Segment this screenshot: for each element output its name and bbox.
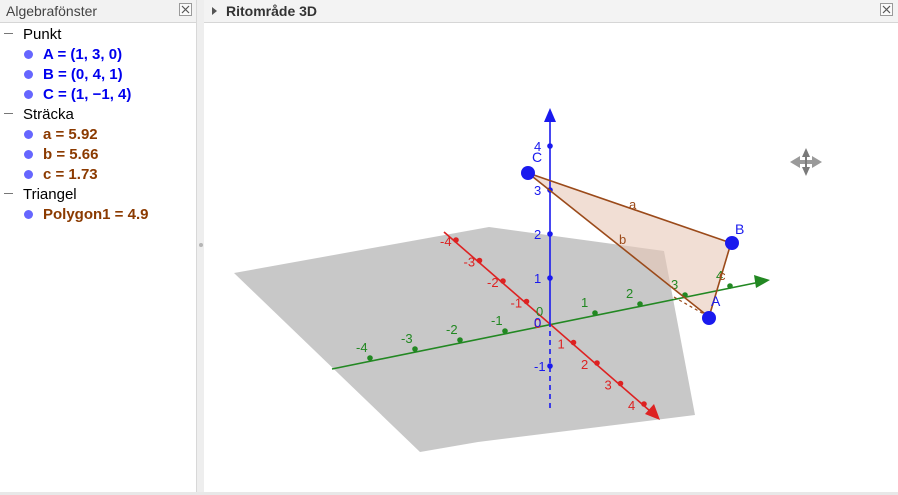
group-punkt[interactable]: Punkt — [0, 24, 196, 44]
algebra-titlebar: Algebrafönster — [0, 0, 196, 23]
x-axis-tick — [500, 278, 506, 284]
collapse-icon[interactable] — [4, 193, 13, 194]
group-label: Punkt — [23, 26, 62, 43]
algebra-panel: Algebrafönster Punkt A = (1, 3, 0) B = (… — [0, 0, 197, 492]
x-axis-tick — [523, 298, 530, 305]
z-axis-tick — [547, 143, 553, 149]
y-axis-tick-label: -4 — [356, 340, 368, 355]
x-axis-tick — [570, 339, 577, 346]
algebra-title: Algebrafönster — [6, 3, 98, 19]
y-axis-tick — [592, 310, 598, 316]
x-axis-tick-label: 2 — [581, 357, 588, 372]
y-axis-tick-label: -1 — [491, 313, 503, 328]
x-axis-tick-label: -4 — [440, 234, 452, 249]
z-axis-tick-label: 2 — [534, 227, 541, 242]
z-axis-arrowhead — [544, 108, 556, 122]
z-axis-tick-label: -1 — [534, 359, 546, 374]
item-text: c = 1.73 — [43, 166, 98, 183]
graphics-3d-titlebar: Ritområde 3D — [204, 0, 898, 23]
group-label: Sträcka — [23, 106, 74, 123]
y-axis-tick-label: -3 — [401, 331, 413, 346]
point-b[interactable] — [725, 236, 739, 250]
y-axis-tick-label: 1 — [581, 295, 588, 310]
close-icon — [882, 5, 891, 14]
list-item-segment-b[interactable]: b = 5.66 — [0, 144, 196, 164]
z-axis-tick-label: 1 — [534, 271, 541, 286]
group-stracka[interactable]: Sträcka — [0, 104, 196, 124]
list-item-point-b[interactable]: B = (0, 4, 1) — [0, 64, 196, 84]
splitter-grip[interactable] — [199, 243, 203, 247]
group-triangel[interactable]: Triangel — [0, 184, 196, 204]
item-text: B = (0, 4, 1) — [43, 66, 123, 83]
point-label-a: A — [711, 293, 721, 309]
algebra-close-button[interactable] — [179, 3, 192, 16]
visibility-toggle-dot[interactable] — [24, 50, 33, 59]
graphics-3d-close-button[interactable] — [880, 3, 893, 16]
visibility-toggle-dot[interactable] — [24, 170, 33, 179]
list-item-segment-c[interactable]: c = 1.73 — [0, 164, 196, 184]
y-axis-tick — [412, 346, 418, 352]
item-text: A = (1, 3, 0) — [43, 46, 123, 63]
y-axis-tick — [502, 328, 508, 334]
graphics-3d-canvas[interactable]: -4-3-2-101234-4-3-2-101234-101234 a b c … — [204, 22, 898, 492]
x-axis-tick — [594, 360, 600, 366]
x-axis-tick-label: 3 — [605, 378, 612, 393]
y-axis-tick — [367, 355, 373, 361]
x-axis-tick — [476, 257, 483, 264]
rotate-view-icon[interactable] — [790, 148, 822, 176]
item-text: a = 5.92 — [43, 126, 98, 143]
x-axis-tick-label: -2 — [487, 275, 499, 290]
segment-label-c: c — [719, 268, 726, 283]
graphics-3d-panel: Ritområde 3D -4 -3 -2 -1 0 1 2 3 4 -4 -3 -2 -1 0 1 2 3 4-… — [204, 0, 898, 492]
z-axis-tick — [547, 363, 553, 369]
x-axis-tick — [617, 380, 624, 387]
algebra-tree: Punkt A = (1, 3, 0) B = (0, 4, 1) C = (1… — [0, 24, 196, 224]
point-label-c: C — [532, 149, 542, 165]
point-label-b: B — [735, 221, 744, 237]
list-item-point-a[interactable]: A = (1, 3, 0) — [0, 44, 196, 64]
close-icon — [181, 5, 190, 14]
x-axis-tick-label: 1 — [558, 337, 565, 352]
x-axis-tick — [453, 237, 459, 243]
z-axis-tick — [547, 231, 553, 237]
x-axis-tick-label: -1 — [511, 296, 523, 311]
y-axis-tick — [457, 337, 463, 343]
z-axis-tick-label: 0 — [534, 315, 541, 330]
graphics-3d-title: Ritområde 3D — [226, 3, 318, 19]
list-item-segment-a[interactable]: a = 5.92 — [0, 124, 196, 144]
point-c[interactable] — [521, 166, 535, 180]
list-item-polygon1[interactable]: Polygon1 = 4.9 — [0, 204, 196, 224]
item-text: C = (1, −1, 4) — [43, 86, 132, 103]
visibility-toggle-dot[interactable] — [24, 210, 33, 219]
expand-triangle-icon[interactable] — [212, 7, 217, 15]
item-text: b = 5.66 — [43, 146, 99, 163]
collapse-icon[interactable] — [4, 113, 13, 114]
segment-label-b: b — [619, 232, 626, 247]
y-axis-tick-label: 2 — [626, 286, 633, 301]
x-axis-tick-label: -3 — [464, 255, 476, 270]
x-axis-tick — [641, 401, 647, 407]
point-a[interactable] — [702, 311, 716, 325]
visibility-toggle-dot[interactable] — [24, 90, 33, 99]
group-label: Triangel — [23, 186, 77, 203]
x-axis-tick-label: 4 — [628, 398, 635, 413]
y-axis-tick-label: -2 — [446, 322, 458, 337]
item-text: Polygon1 = 4.9 — [43, 206, 149, 223]
collapse-icon[interactable] — [4, 33, 13, 34]
visibility-toggle-dot[interactable] — [24, 70, 33, 79]
z-axis-tick — [547, 275, 553, 281]
z-axis-tick-label: 3 — [534, 183, 541, 198]
y-axis-tick — [637, 301, 643, 307]
visibility-toggle-dot[interactable] — [24, 150, 33, 159]
visibility-toggle-dot[interactable] — [24, 130, 33, 139]
y-axis-tick — [727, 283, 733, 289]
list-item-point-c[interactable]: C = (1, −1, 4) — [0, 84, 196, 104]
y-axis-arrowhead — [754, 275, 770, 288]
segment-label-a: a — [629, 197, 637, 212]
